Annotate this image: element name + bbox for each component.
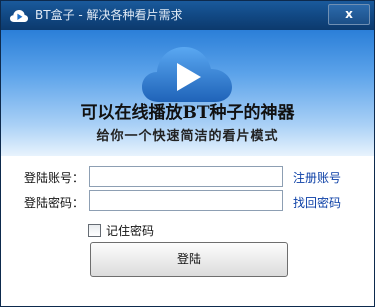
password-input[interactable] [89, 190, 283, 211]
register-link[interactable]: 注册账号 [293, 170, 341, 186]
cloud-play-logo [142, 47, 232, 102]
app-cloud-play-icon [10, 10, 28, 22]
close-button[interactable]: x [328, 4, 370, 25]
close-icon: x [345, 7, 353, 21]
login-button-label: 登陆 [176, 252, 201, 266]
recover-password-link[interactable]: 找回密码 [293, 195, 341, 211]
remember-password-checkbox[interactable] [88, 224, 101, 237]
account-label: 登陆账号： [24, 171, 85, 185]
login-button[interactable]: 登陆 [90, 242, 288, 277]
account-input[interactable] [89, 166, 283, 187]
remember-password-label[interactable]: 记住密码 [106, 223, 154, 239]
slogan-primary: 可以在线播放BT种子的神器 [80, 103, 295, 123]
login-window: BT盒子 - 解决各种看片需求 x 可以在线播放BT种子的神器 给你一个快速简洁… [0, 0, 375, 307]
password-label: 登陆密码： [24, 196, 85, 210]
window-title: BT盒子 - 解决各种看片需求 [35, 8, 183, 22]
title-bar[interactable]: BT盒子 - 解决各种看片需求 x [1, 1, 374, 30]
banner: 可以在线播放BT种子的神器 给你一个快速简洁的看片模式 [1, 30, 374, 156]
slogan-secondary: 给你一个快速简洁的看片模式 [96, 129, 279, 144]
